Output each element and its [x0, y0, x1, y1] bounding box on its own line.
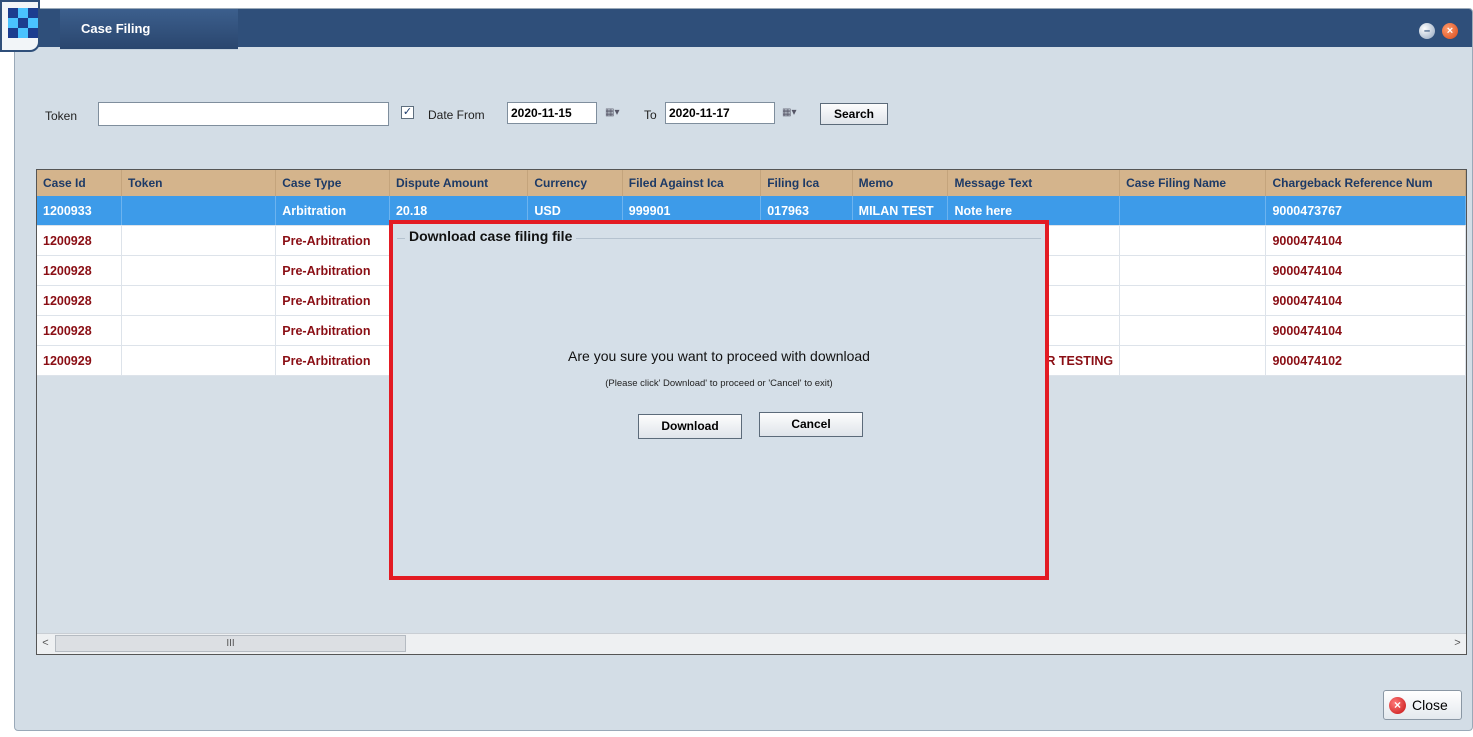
search-button[interactable]: Search — [820, 103, 888, 125]
col-filing-ica[interactable]: Filing Ica — [760, 170, 853, 196]
cell-token — [121, 225, 277, 256]
cell-case-type: Arbitration — [275, 196, 390, 226]
cell-token — [121, 255, 277, 286]
scroll-thumb[interactable]: III — [55, 635, 406, 652]
date-to-label: To — [644, 108, 657, 122]
dialog-title: Download case filing file — [405, 228, 577, 244]
date-to-field[interactable]: 2020-11-17 — [665, 102, 775, 124]
token-input[interactable] — [98, 102, 389, 126]
cell-chargeback-reference: 9000474102 — [1265, 345, 1466, 376]
date-from-checkbox[interactable]: ✓ — [401, 106, 414, 119]
close-button-label: Close — [1412, 697, 1448, 713]
cell-case-id: 1200928 — [37, 255, 123, 286]
minimize-icon[interactable]: – — [1419, 23, 1435, 39]
dialog-hint: (Please click' Download' to proceed or '… — [605, 378, 833, 389]
date-from-field[interactable]: 2020-11-15 — [507, 102, 597, 124]
cell-case-filing-name — [1119, 255, 1267, 286]
token-label: Token — [45, 109, 78, 123]
cell-chargeback-reference: 9000473767 — [1265, 196, 1466, 226]
cell-case-type: Pre-Arbitration — [275, 255, 390, 286]
col-filed-against-ica[interactable]: Filed Against Ica — [622, 170, 762, 196]
calendar-dropdown-icon[interactable]: ▦▾ — [782, 104, 804, 122]
col-case-id[interactable]: Case Id — [37, 170, 123, 196]
col-chargeback-reference[interactable]: Chargeback Reference Num — [1265, 170, 1466, 196]
close-button[interactable]: × Close — [1383, 690, 1462, 720]
download-dialog: Download case filing file Are you sure y… — [389, 220, 1049, 580]
col-memo[interactable]: Memo — [852, 170, 949, 196]
cell-case-filing-name — [1119, 315, 1267, 346]
col-dispute-amount[interactable]: Dispute Amount — [389, 170, 529, 196]
cell-chargeback-reference: 9000474104 — [1265, 255, 1466, 286]
table-header-row: Case Id Token Case Type Dispute Amount C… — [37, 170, 1466, 196]
cell-case-filing-name — [1119, 196, 1267, 226]
cell-chargeback-reference: 9000474104 — [1265, 225, 1466, 256]
cell-chargeback-reference: 9000474104 — [1265, 285, 1466, 316]
cell-token — [121, 285, 277, 316]
cell-case-id: 1200928 — [37, 285, 123, 316]
cell-token — [121, 315, 277, 346]
cell-case-filing-name — [1119, 225, 1267, 256]
cell-token — [121, 196, 277, 226]
cell-case-id: 1200928 — [37, 315, 123, 346]
cell-case-id: 1200933 — [37, 196, 123, 226]
cell-case-id: 1200929 — [37, 345, 123, 376]
calendar-dropdown-icon[interactable]: ▦▾ — [605, 104, 627, 122]
col-token[interactable]: Token — [121, 170, 277, 196]
cell-case-type: Pre-Arbitration — [275, 315, 390, 346]
download-button[interactable]: Download — [638, 414, 742, 439]
close-icon: × — [1389, 697, 1406, 714]
dialog-message: Are you sure you want to proceed with do… — [568, 348, 870, 364]
window-close-icon[interactable]: × — [1442, 23, 1458, 39]
horizontal-scrollbar[interactable]: < III > — [37, 633, 1466, 654]
window-title: Case Filing — [81, 21, 151, 36]
col-case-filing-name[interactable]: Case Filing Name — [1119, 170, 1267, 196]
cell-case-type: Pre-Arbitration — [275, 225, 390, 256]
cell-case-filing-name — [1119, 345, 1267, 376]
app-logo-icon — [0, 0, 40, 52]
cancel-button[interactable]: Cancel — [759, 412, 863, 437]
cell-token — [121, 345, 277, 376]
cell-case-type: Pre-Arbitration — [275, 285, 390, 316]
cell-case-id: 1200928 — [37, 225, 123, 256]
cell-case-type: Pre-Arbitration — [275, 345, 390, 376]
col-currency[interactable]: Currency — [527, 170, 623, 196]
col-message-text[interactable]: Message Text — [947, 170, 1121, 196]
col-case-type[interactable]: Case Type — [275, 170, 390, 196]
cell-chargeback-reference: 9000474104 — [1265, 315, 1466, 346]
date-from-label: Date From — [428, 108, 485, 122]
scroll-right-icon[interactable]: > — [1449, 634, 1466, 653]
scroll-left-icon[interactable]: < — [37, 634, 54, 653]
cell-case-filing-name — [1119, 285, 1267, 316]
